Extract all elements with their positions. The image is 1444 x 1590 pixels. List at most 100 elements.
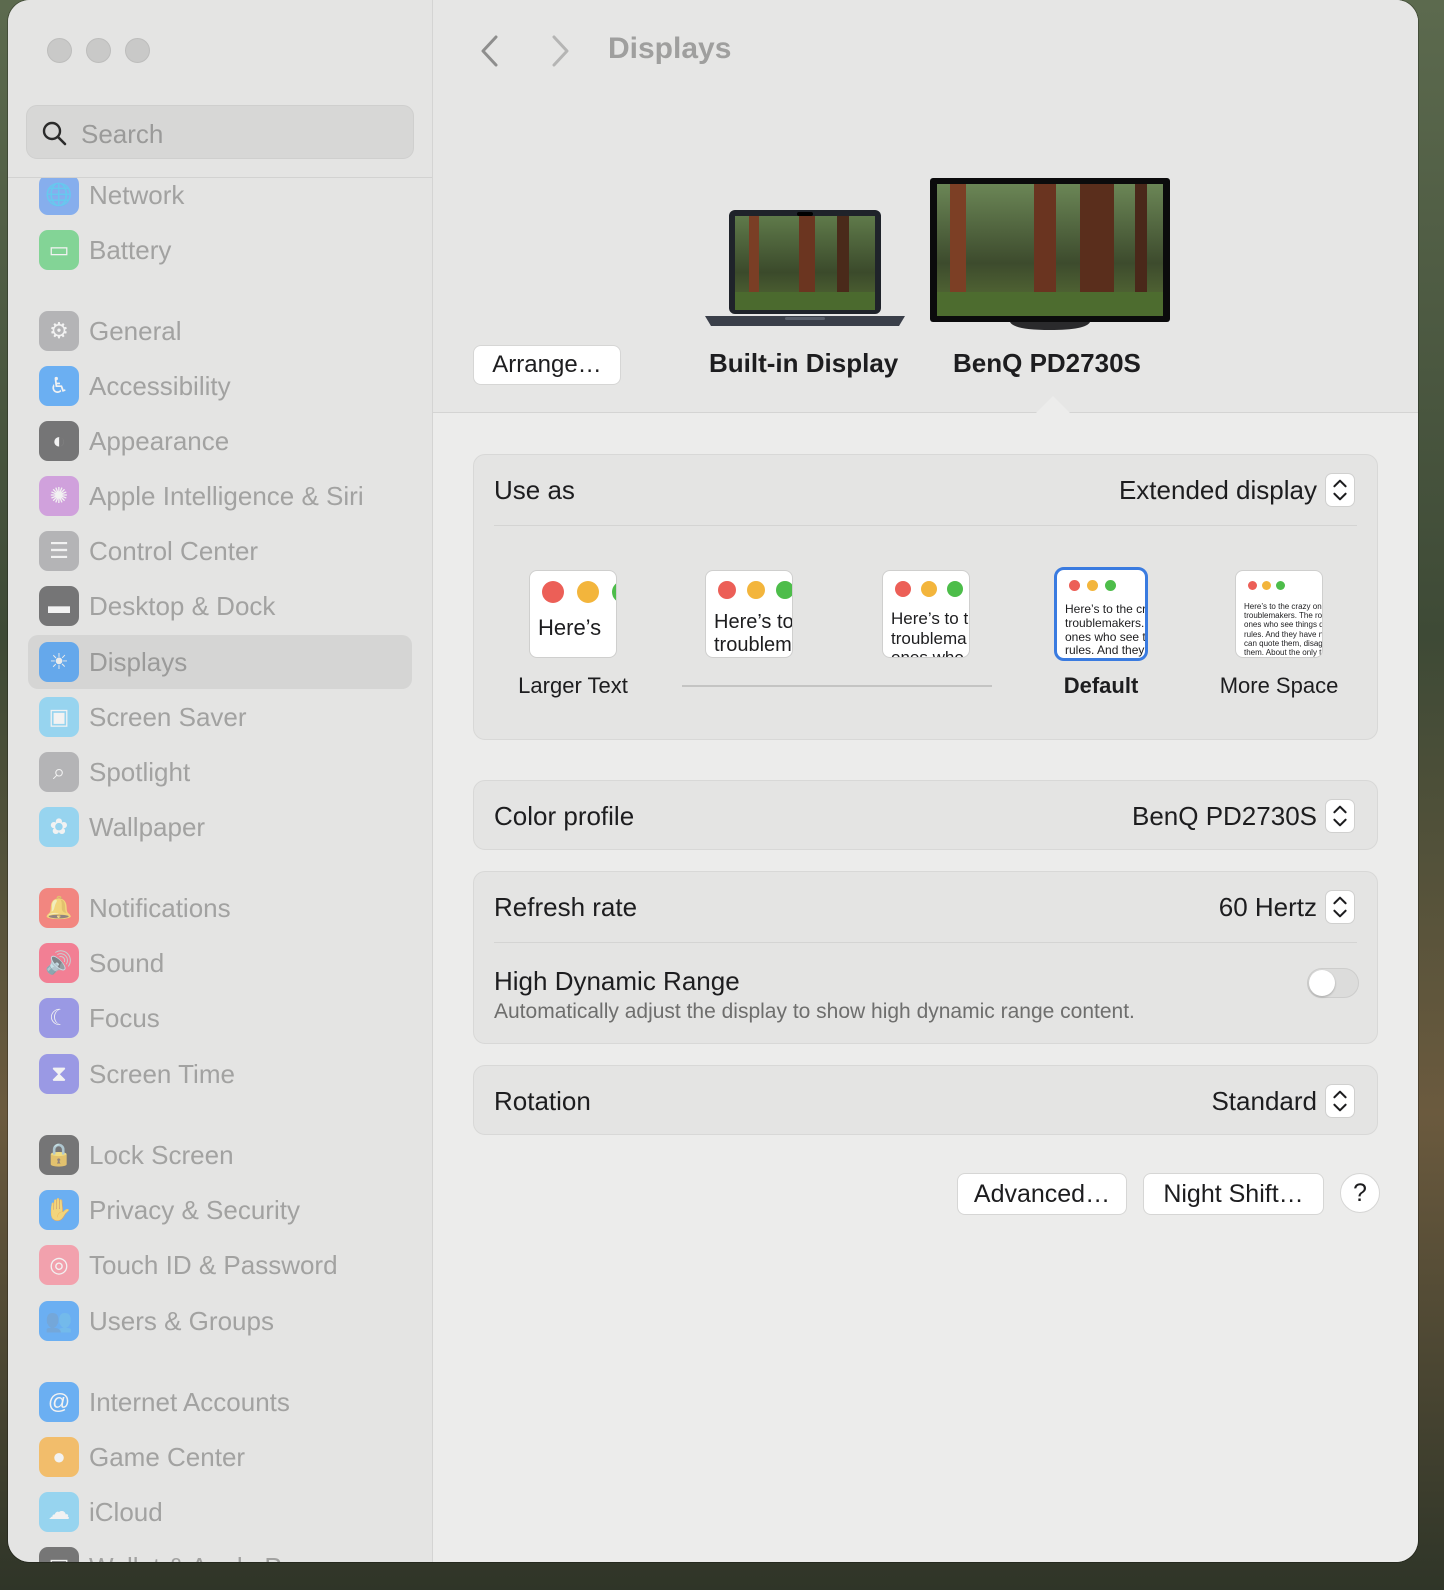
game-center-icon: ●: [39, 1437, 79, 1477]
sidebar-item-label: Spotlight: [89, 756, 191, 787]
night-shift-button[interactable]: Night Shift…: [1143, 1173, 1324, 1215]
use-as-value[interactable]: Extended display: [1119, 475, 1317, 506]
search-input[interactable]: Search: [26, 105, 414, 159]
close-button[interactable]: [47, 38, 72, 63]
display-arrangement: Displays Arrange… Built-in Display BenQ …: [433, 0, 1418, 413]
sidebar: Search 🌐 Network ▭ Battery ⚙ General ♿ Accessib…: [8, 0, 433, 1562]
sidebar-item-label: Battery: [89, 234, 172, 265]
resolution-preview-text: Here’s to t troublema ones who: [891, 609, 969, 658]
resolution-option-label: More Space: [1219, 673, 1339, 698]
sidebar-item-icloud[interactable]: ☁ iCloud: [28, 1485, 412, 1539]
speaker-icon: 🔊: [39, 943, 79, 983]
hdr-toggle[interactable]: [1307, 968, 1359, 998]
sidebar-item-general[interactable]: ⚙ General: [28, 304, 412, 358]
control-center-icon: ☰: [39, 531, 79, 571]
sidebar-item-battery[interactable]: ▭ Battery: [28, 223, 412, 277]
resolution-option-label: Larger Text: [518, 673, 628, 698]
sidebar-item-focus[interactable]: ☾ Focus: [28, 991, 412, 1045]
resolution-option[interactable]: Here’s: [529, 570, 617, 658]
resolution-option[interactable]: Here’s to troublem: [705, 570, 793, 658]
sidebar-item-wallpaper[interactable]: ✿ Wallpaper: [28, 800, 412, 854]
zoom-button[interactable]: [125, 38, 150, 63]
sidebar-item-label: Apple Intelligence & Siri: [89, 480, 364, 511]
window-controls: [47, 38, 150, 63]
window-dots-icon: [718, 581, 792, 599]
separator: [494, 525, 1357, 526]
sidebar-item-screen-time[interactable]: ⧗ Screen Time: [28, 1047, 412, 1101]
hourglass-icon: ⧗: [39, 1054, 79, 1094]
bell-icon: 🔔: [39, 888, 79, 928]
sidebar-item-apple-intelligence-siri[interactable]: ✺ Apple Intelligence & Siri: [28, 469, 412, 523]
sidebar-item-label: Touch ID & Password: [89, 1249, 338, 1280]
resolution-option-label: Default: [1063, 673, 1139, 698]
sidebar-item-label: Lock Screen: [89, 1139, 234, 1170]
battery-icon: ▭: [39, 230, 79, 270]
sidebar-item-label: Screen Saver: [89, 701, 247, 732]
sidebar-item-label: Sound: [89, 947, 165, 978]
appearance-icon: ◐: [39, 421, 79, 461]
sidebar-item-notifications[interactable]: 🔔 Notifications: [28, 881, 412, 935]
sidebar-item-control-center[interactable]: ☰ Control Center: [28, 524, 412, 578]
back-chevron-icon[interactable]: [478, 34, 502, 68]
sidebar-item-screen-saver[interactable]: ▣ Screen Saver: [28, 690, 412, 744]
sidebar-item-label: Accessibility: [89, 370, 231, 401]
window-dots-icon: [1069, 580, 1116, 591]
sidebar-item-label: Network: [89, 179, 185, 210]
resolution-option[interactable]: Here’s to the cr troublemakers. ones who…: [1054, 567, 1148, 661]
wallet-icon: ▤: [39, 1547, 79, 1562]
sidebar-item-wallet-apple-pay[interactable]: ▤ Wallet & Apple Pay: [28, 1540, 412, 1562]
sidebar-item-touch-id-password[interactable]: ◎ Touch ID & Password: [28, 1238, 412, 1292]
color-profile-value[interactable]: BenQ PD2730S: [1132, 801, 1317, 832]
globe-icon: 🌐: [39, 178, 79, 215]
moon-icon: ☾: [39, 998, 79, 1038]
refresh-rate-value[interactable]: 60 Hertz: [1219, 892, 1317, 923]
dock-icon: ▬: [39, 586, 79, 626]
sidebar-item-label: Displays: [89, 646, 188, 677]
arrange-button[interactable]: Arrange…: [473, 345, 621, 385]
resolution-option[interactable]: Here’s to t troublema ones who: [882, 570, 970, 658]
forward-chevron-icon[interactable]: [548, 34, 572, 68]
external-display-label[interactable]: BenQ PD2730S: [953, 348, 1141, 379]
use-as-card: Use as Extended display Here’s Larger Tex…: [473, 454, 1378, 740]
resolution-option[interactable]: Here’s to the crazy one troublemakers. T…: [1235, 570, 1323, 658]
accessibility-icon: ♿: [39, 366, 79, 406]
sidebar-item-desktop-dock[interactable]: ▬ Desktop & Dock: [28, 579, 412, 633]
search-icon: [42, 121, 67, 146]
sidebar-item-internet-accounts[interactable]: @ Internet Accounts: [28, 1375, 412, 1429]
advanced-button[interactable]: Advanced…: [957, 1173, 1127, 1215]
sidebar-item-label: Privacy & Security: [89, 1194, 300, 1225]
sidebar-item-label: Wallet & Apple Pay: [89, 1552, 309, 1563]
sidebar-item-label: Control Center: [89, 535, 259, 566]
color-profile-stepper-icon[interactable]: [1325, 799, 1355, 833]
resolution-slider-track: [682, 685, 992, 687]
builtin-display-thumbnail[interactable]: [705, 208, 905, 330]
sidebar-item-appearance[interactable]: ◐ Appearance: [28, 414, 412, 468]
sidebar-item-label: General: [89, 315, 182, 346]
cloud-icon: ☁: [39, 1492, 79, 1532]
sidebar-item-label: Users & Groups: [89, 1305, 274, 1336]
hdr-label: High Dynamic Range: [494, 966, 740, 996]
sidebar-list: 🌐 Network ▭ Battery ⚙ General ♿ Accessibility ◐ A…: [8, 178, 432, 1562]
color-profile-label: Color profile: [494, 801, 635, 831]
gear-icon: ⚙: [39, 311, 79, 351]
sidebar-item-lock-screen[interactable]: 🔒 Lock Screen: [28, 1128, 412, 1182]
sidebar-item-displays[interactable]: ☀ Displays: [28, 635, 412, 689]
screen-saver-icon: ▣: [39, 697, 79, 737]
builtin-display-label[interactable]: Built-in Display: [709, 348, 898, 379]
rotation-stepper-icon[interactable]: [1325, 1084, 1355, 1118]
window-dots-icon: [1248, 581, 1285, 590]
rotation-value[interactable]: Standard: [1211, 1086, 1317, 1117]
use-as-stepper-icon[interactable]: [1325, 473, 1355, 507]
sidebar-item-users-groups[interactable]: 👥 Users & Groups: [28, 1294, 412, 1348]
help-button[interactable]: ?: [1340, 1173, 1380, 1213]
lock-icon: 🔒: [39, 1135, 79, 1175]
external-display-thumbnail[interactable]: [930, 178, 1170, 330]
sidebar-item-network[interactable]: 🌐 Network: [28, 178, 412, 222]
sidebar-item-spotlight[interactable]: ⌕ Spotlight: [28, 745, 412, 799]
minimize-button[interactable]: [86, 38, 111, 63]
sidebar-item-privacy-security[interactable]: ✋ Privacy & Security: [28, 1183, 412, 1237]
refresh-rate-stepper-icon[interactable]: [1325, 890, 1355, 924]
sidebar-item-accessibility[interactable]: ♿ Accessibility: [28, 359, 412, 413]
sidebar-item-game-center[interactable]: ● Game Center: [28, 1430, 412, 1484]
sidebar-item-sound[interactable]: 🔊 Sound: [28, 936, 412, 990]
